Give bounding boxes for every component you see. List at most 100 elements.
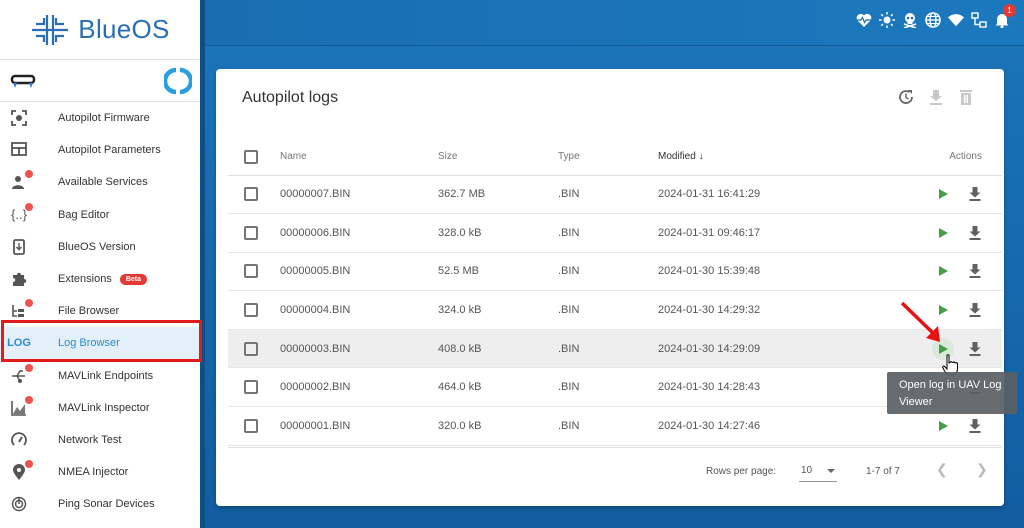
sidebar-item-label: Network Test [58, 433, 122, 446]
sidebar-item-network-test[interactable]: Network Test [0, 424, 200, 456]
cell-size: 328.0 kB [438, 213, 558, 253]
table-row[interactable]: 00000002.BIN 464.0 kB .BIN 2024-01-30 14:28… [228, 367, 1002, 408]
download-button[interactable] [968, 341, 982, 357]
row-checkbox[interactable] [244, 341, 258, 356]
open-in-log-viewer-button[interactable] [932, 183, 954, 205]
sidebar-nav: Autopilot Firmware Autopilot Parameters … [0, 102, 200, 520]
vehicle-row [0, 60, 200, 102]
heart-pulse-icon[interactable] [856, 12, 872, 28]
autopilot-logs-card: Autopilot logs Name Size Type Modified ↓ [216, 69, 1004, 506]
sidebar-item-autopilot-firmware[interactable]: Autopilot Firmware [0, 102, 200, 134]
wifi-icon[interactable] [948, 12, 964, 28]
sidebar-item-autopilot-parameters[interactable]: Autopilot Parameters [0, 134, 200, 166]
header-type[interactable]: Type [558, 139, 658, 176]
table-row[interactable]: 00000004.BIN 324.0 kB .BIN 2024-01-30 14:29… [228, 290, 1002, 330]
beta-badge: Beta [119, 273, 147, 285]
cell-modified: 2024-01-30 14:27:46 [658, 406, 878, 446]
table-row[interactable]: 00000007.BIN 362.7 MB .BIN 2024-01-31 16:41… [228, 175, 1002, 215]
heartbeat-spinner-icon[interactable] [164, 67, 192, 95]
row-checkbox[interactable] [244, 264, 258, 279]
row-checkbox[interactable] [244, 225, 258, 240]
header-name[interactable]: Name [280, 139, 438, 176]
phone-download-icon [10, 238, 28, 256]
play-icon [938, 189, 948, 200]
sidebar-item-ping-sonar-devices[interactable]: Ping Sonar Devices [0, 488, 200, 520]
cell-name: 00000005.BIN [280, 252, 438, 292]
file-tree-icon [10, 298, 34, 320]
sidebar-item-blueos-version[interactable]: BlueOS Version [0, 231, 200, 263]
sidebar-item-mavlink-endpoints[interactable]: MAVLink Endpoints [0, 360, 200, 392]
download-button[interactable] [968, 418, 982, 434]
header-size[interactable]: Size [438, 139, 558, 176]
bell-icon[interactable]: 1 [994, 4, 1016, 28]
open-in-log-viewer-button[interactable] [932, 260, 954, 282]
table-row[interactable]: 00000006.BIN 328.0 kB .BIN 2024-01-31 09:46… [228, 213, 1002, 253]
rows-per-page-value: 10 [801, 465, 813, 476]
cell-type: .BIN [558, 252, 658, 292]
table-row[interactable]: 00000005.BIN 52.5 MB .BIN 2024-01-30 15:39:… [228, 252, 1002, 292]
network-icon[interactable] [971, 12, 987, 28]
cell-modified: 2024-01-30 15:39:48 [658, 252, 878, 292]
delete-icon[interactable] [958, 89, 974, 105]
table-row[interactable]: 00000001.BIN 320.0 kB .BIN 2024-01-30 14:27… [228, 406, 1002, 446]
vehicle-icon[interactable] [10, 73, 36, 89]
sidebar-item-label: Autopilot Firmware [58, 112, 150, 125]
puzzle-icon [10, 270, 28, 288]
previous-page-icon[interactable]: ❮ [936, 461, 948, 478]
globe-icon[interactable] [925, 12, 941, 28]
next-page-icon[interactable]: ❯ [976, 461, 988, 478]
open-in-log-viewer-button[interactable] [932, 415, 954, 437]
sidebar-item-mavlink-inspector[interactable]: MAVLink Inspector [0, 392, 200, 424]
notification-count-badge: 1 [1003, 4, 1016, 17]
tooltip: Open log in UAV Log Viewer [887, 372, 1017, 414]
download-button[interactable] [968, 302, 982, 318]
page-title: Autopilot logs [242, 89, 339, 106]
skull-icon[interactable] [902, 12, 918, 28]
play-icon [938, 227, 948, 238]
table-header-row: Name Size Type Modified ↓ Actions [228, 139, 1002, 176]
play-icon [938, 420, 948, 431]
table-row[interactable]: 00000003.BIN 408.0 kB .BIN 2024-01-30 14:29… [228, 329, 1002, 369]
brightness-icon[interactable] [879, 12, 895, 28]
header-modified[interactable]: Modified ↓ [658, 139, 878, 176]
cell-type: .BIN [558, 175, 658, 215]
cell-modified: 2024-01-30 14:29:32 [658, 290, 878, 330]
sidebar-item-nmea-injector[interactable]: NMEA Injector [0, 456, 200, 488]
header-modified-label: Modified [658, 151, 696, 163]
row-checkbox[interactable] [244, 303, 258, 318]
row-checkbox[interactable] [244, 380, 258, 395]
sidebar-item-label: MAVLink Inspector [58, 401, 150, 414]
cell-name: 00000007.BIN [280, 175, 438, 215]
open-in-log-viewer-button[interactable] [932, 222, 954, 244]
row-checkbox[interactable] [244, 418, 258, 433]
refresh-clock-icon[interactable] [898, 89, 914, 105]
logo[interactable]: BlueOS [0, 0, 200, 60]
rows-per-page-select[interactable]: 10 [799, 460, 837, 482]
row-actions [878, 260, 982, 282]
annotation-highlight-box [1, 320, 202, 362]
cell-type: .BIN [558, 329, 658, 369]
row-checkbox[interactable] [244, 187, 258, 202]
select-all-checkbox[interactable] [244, 149, 258, 164]
caret-down-icon [827, 468, 835, 473]
download-button[interactable] [968, 225, 982, 241]
download-button[interactable] [968, 263, 982, 279]
download-all-icon[interactable] [928, 89, 944, 105]
sidebar-item-available-services[interactable]: Available Services [0, 166, 200, 198]
radar-icon [10, 495, 28, 513]
play-icon [938, 266, 948, 277]
sidebar-item-bag-editor[interactable]: {..} Bag Editor [0, 199, 200, 231]
download-icon [969, 341, 981, 356]
warning-badge-icon [24, 169, 34, 180]
sidebar-item-extensions[interactable]: Extensions Beta [0, 263, 200, 295]
warning-badge-icon [24, 459, 34, 470]
sidebar-item-label: Extensions [58, 273, 112, 286]
sidebar-item-label: Ping Sonar Devices [58, 498, 155, 511]
download-button[interactable] [968, 186, 982, 202]
usb-icon [10, 362, 34, 385]
sidebar-item-label: BlueOS Version [58, 240, 136, 253]
row-select-cell [228, 213, 280, 253]
cell-type: .BIN [558, 213, 658, 253]
pagination-range: 1-7 of 7 [866, 466, 900, 477]
table-footer: Rows per page: 10 1-7 of 7 ❮ ❯ [228, 447, 1002, 493]
